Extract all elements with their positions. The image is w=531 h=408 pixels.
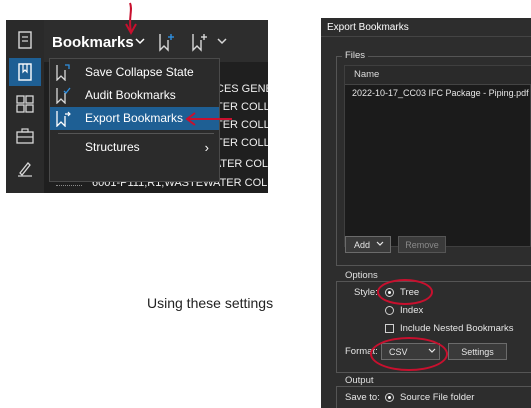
menu-separator — [58, 133, 214, 134]
save-to-value-label: Source File folder — [400, 392, 475, 403]
menu-item-label: Save Collapse State — [85, 65, 194, 79]
document-properties-icon[interactable] — [9, 26, 41, 54]
caption-text: Using these settings — [147, 295, 274, 311]
menu-item-audit-bookmarks[interactable]: Audit Bookmarks — [50, 84, 219, 107]
remove-button-label: Remove — [405, 239, 439, 250]
bookmarks-rail-icon[interactable] — [9, 58, 41, 86]
bookmarks-title: Bookmarks — [52, 34, 134, 51]
bookmarks-header: Bookmarks — [44, 20, 268, 62]
menu-item-label: Audit Bookmarks — [85, 88, 176, 102]
settings-button-label: Settings — [461, 346, 494, 357]
new-child-bookmark-icon[interactable] — [190, 32, 208, 57]
toolbox-icon[interactable] — [9, 122, 41, 150]
file-list-header: Name — [345, 66, 531, 85]
signature-pen-icon[interactable] — [9, 154, 41, 182]
chevron-right-icon: › — [204, 140, 209, 155]
dialog-title-separator — [321, 36, 531, 37]
save-to-label: Save to: — [345, 392, 380, 403]
menu-item-save-collapse-state[interactable]: Save Collapse State — [50, 61, 219, 84]
file-list-row[interactable]: 2022-10-17_CC03 IFC Package - Piping.pdf — [352, 88, 529, 98]
thumbnails-icon[interactable] — [9, 90, 41, 118]
export-bookmarks-dialog: Export Bookmarks Files Name 2022-10-17_C… — [321, 18, 531, 408]
chevron-down-icon[interactable] — [216, 34, 228, 52]
save-to-source-folder-radio[interactable] — [385, 393, 394, 402]
files-group-label: Files — [342, 50, 369, 61]
annotation-circle-format — [370, 337, 448, 371]
annotation-arrow-down — [125, 2, 137, 36]
annotation-circle-tree — [377, 279, 433, 305]
audit-bookmarks-icon — [55, 87, 71, 109]
include-nested-bookmarks-label: Include Nested Bookmarks — [400, 323, 514, 334]
add-button-label: Add — [354, 239, 371, 250]
style-index-radio[interactable] — [385, 306, 394, 315]
dialog-title: Export Bookmarks — [327, 22, 409, 33]
style-index-label: Index — [400, 305, 424, 316]
add-bookmark-icon[interactable] — [157, 32, 175, 57]
annotation-arrow-left — [185, 112, 232, 126]
tree-row-label: CES GENER — [216, 83, 268, 95]
chevron-down-icon[interactable] — [134, 34, 146, 52]
icon-rail — [6, 20, 44, 193]
save-collapse-state-icon — [55, 64, 71, 86]
menu-item-label: Export Bookmarks — [85, 111, 184, 125]
include-nested-bookmarks-checkbox[interactable] — [385, 324, 394, 333]
menu-item-structures[interactable]: Structures › — [50, 136, 219, 159]
settings-button[interactable]: Settings — [448, 343, 507, 360]
file-list[interactable]: Name 2022-10-17_CC03 IFC Package - Pipin… — [344, 65, 531, 247]
tree-connector — [56, 185, 82, 186]
output-group-label: Output — [342, 375, 377, 386]
tree-row-label: TER COLLE — [216, 137, 268, 149]
remove-button[interactable]: Remove — [398, 236, 446, 253]
add-button[interactable]: Add — [345, 236, 391, 253]
export-bookmarks-icon — [55, 110, 71, 132]
chevron-down-icon — [376, 240, 384, 250]
style-label: Style: — [354, 287, 378, 298]
bookmarks-app-panel: Bookmarks CES GENER TER COLLE TER COLLE … — [6, 20, 268, 193]
options-group-label: Options — [342, 270, 381, 281]
menu-item-label: Structures — [85, 140, 140, 154]
column-header-name[interactable]: Name — [354, 69, 379, 80]
